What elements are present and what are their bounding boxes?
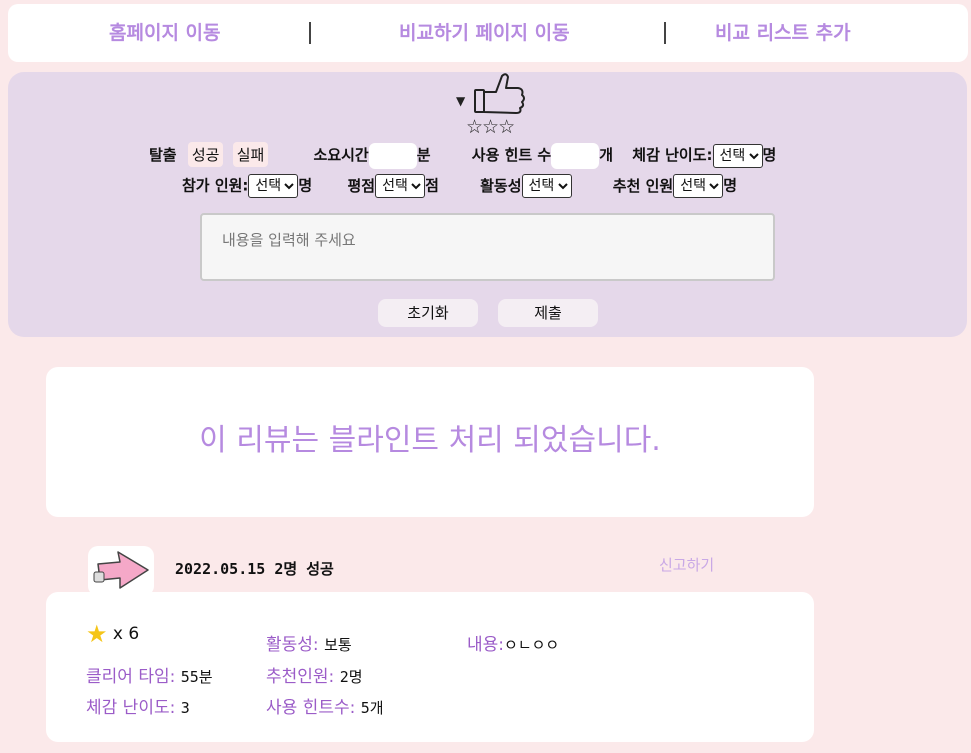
activity-key: 활동성: — [266, 635, 319, 655]
form-row-1: 탈출 성공 실패 소요시간 분 사용 힌트 수 개 체감 난이도: 선택 명 — [149, 142, 776, 169]
recommend-key: 추천인원: — [266, 667, 335, 687]
recommend-select[interactable]: 선택 — [673, 174, 724, 198]
review-meta: 2022.05.15 2명 성공 — [175, 560, 334, 578]
clear-time-value: 55분 — [180, 668, 213, 686]
recommend-unit: 명 — [723, 176, 738, 195]
gold-star-icon: ★ — [86, 620, 108, 648]
content-key: 내용: — [467, 635, 505, 655]
review-content: 내용:ㅇㄴㅇㅇ — [467, 630, 559, 655]
activity-value: 보통 — [324, 636, 352, 654]
nav-divider — [309, 22, 311, 44]
time-input[interactable] — [368, 142, 417, 169]
nav-add-compare-link[interactable]: 비교 리스트 추가 — [715, 4, 851, 62]
rating-stars[interactable]: ☆☆☆ — [466, 116, 515, 138]
hint-label: 사용 힌트 수 — [471, 146, 552, 164]
difficulty-label: 체감 난이도: — [632, 146, 713, 164]
hint-unit: 개 — [599, 146, 614, 164]
fail-option[interactable]: 실패 — [232, 142, 269, 167]
activity-select[interactable]: 선택 — [521, 174, 572, 198]
time-unit: 분 — [416, 146, 431, 164]
report-link[interactable]: 신고하기 — [659, 554, 714, 575]
hint-input[interactable] — [551, 142, 600, 169]
content-placeholder: 내용을 입력해 주세요 — [222, 231, 356, 249]
participants-label: 참가 인원: — [182, 176, 249, 195]
review-activity: 활동성: 보통 — [266, 630, 352, 655]
nav-compare-page-link[interactable]: 비교하기 페이지 이동 — [399, 4, 570, 62]
review-form: ▼ ☆☆☆ 탈출 성공 실패 소요시간 분 사용 힌트 수개 체감 난이도: 선택 명… — [8, 72, 967, 337]
activity-label: 활동성 — [480, 176, 522, 195]
review-clear-time: 클리어 타임: 55분 — [86, 662, 213, 687]
difficulty-unit: 명 — [762, 146, 777, 164]
star-count-value: x 6 — [112, 624, 140, 644]
rating-select[interactable]: 선택 — [375, 174, 426, 198]
time-label: 소요시간 — [313, 146, 369, 164]
success-option[interactable]: 성공 — [187, 142, 224, 167]
difficulty-value: 3 — [180, 699, 190, 717]
form-row-2: 참가 인원: 선택 명 평점 선택 점 활동성 선택 추천 인원 선택 명 — [182, 174, 737, 198]
participants-select[interactable]: 선택 — [248, 174, 299, 198]
review-hints: 사용 힌트수: 5개 — [266, 693, 384, 718]
top-nav: 홈페이지 이동 비교하기 페이지 이동 비교 리스트 추가 — [8, 4, 968, 62]
nav-home-link[interactable]: 홈페이지 이동 — [109, 4, 221, 62]
participants-unit: 명 — [298, 176, 313, 195]
difficulty-key: 체감 난이도: — [86, 698, 176, 718]
review-recommend: 추천인원: 2명 — [266, 662, 363, 687]
blinded-message: 이 리뷰는 블라인트 처리 되었습니다. — [199, 423, 661, 458]
content-value: ㅇㄴㅇㅇ — [504, 636, 560, 654]
rating-unit: 점 — [425, 176, 439, 195]
reset-button[interactable]: 초기화 — [378, 299, 478, 327]
star-count: ★ x 6 — [86, 620, 139, 648]
difficulty-select[interactable]: 선택 — [712, 143, 763, 168]
escape-label: 탈출 — [149, 146, 177, 164]
avatar — [88, 546, 154, 596]
rating-label: 평점 — [347, 176, 376, 195]
content-textarea[interactable]: 내용을 입력해 주세요 — [200, 213, 775, 281]
recommend-label: 추천 인원 — [612, 176, 674, 195]
submit-button[interactable]: 제출 — [498, 299, 598, 327]
review-difficulty: 체감 난이도: 3 — [86, 693, 190, 718]
recommend-value: 2명 — [339, 668, 363, 686]
arrow-avatar-icon — [93, 551, 149, 589]
hints-key: 사용 힌트수: — [266, 698, 356, 718]
hints-value: 5개 — [360, 699, 384, 717]
nav-divider — [664, 22, 666, 44]
blinded-review-card: 이 리뷰는 블라인트 처리 되었습니다. — [46, 367, 814, 517]
clear-time-key: 클리어 타임: — [86, 667, 176, 687]
